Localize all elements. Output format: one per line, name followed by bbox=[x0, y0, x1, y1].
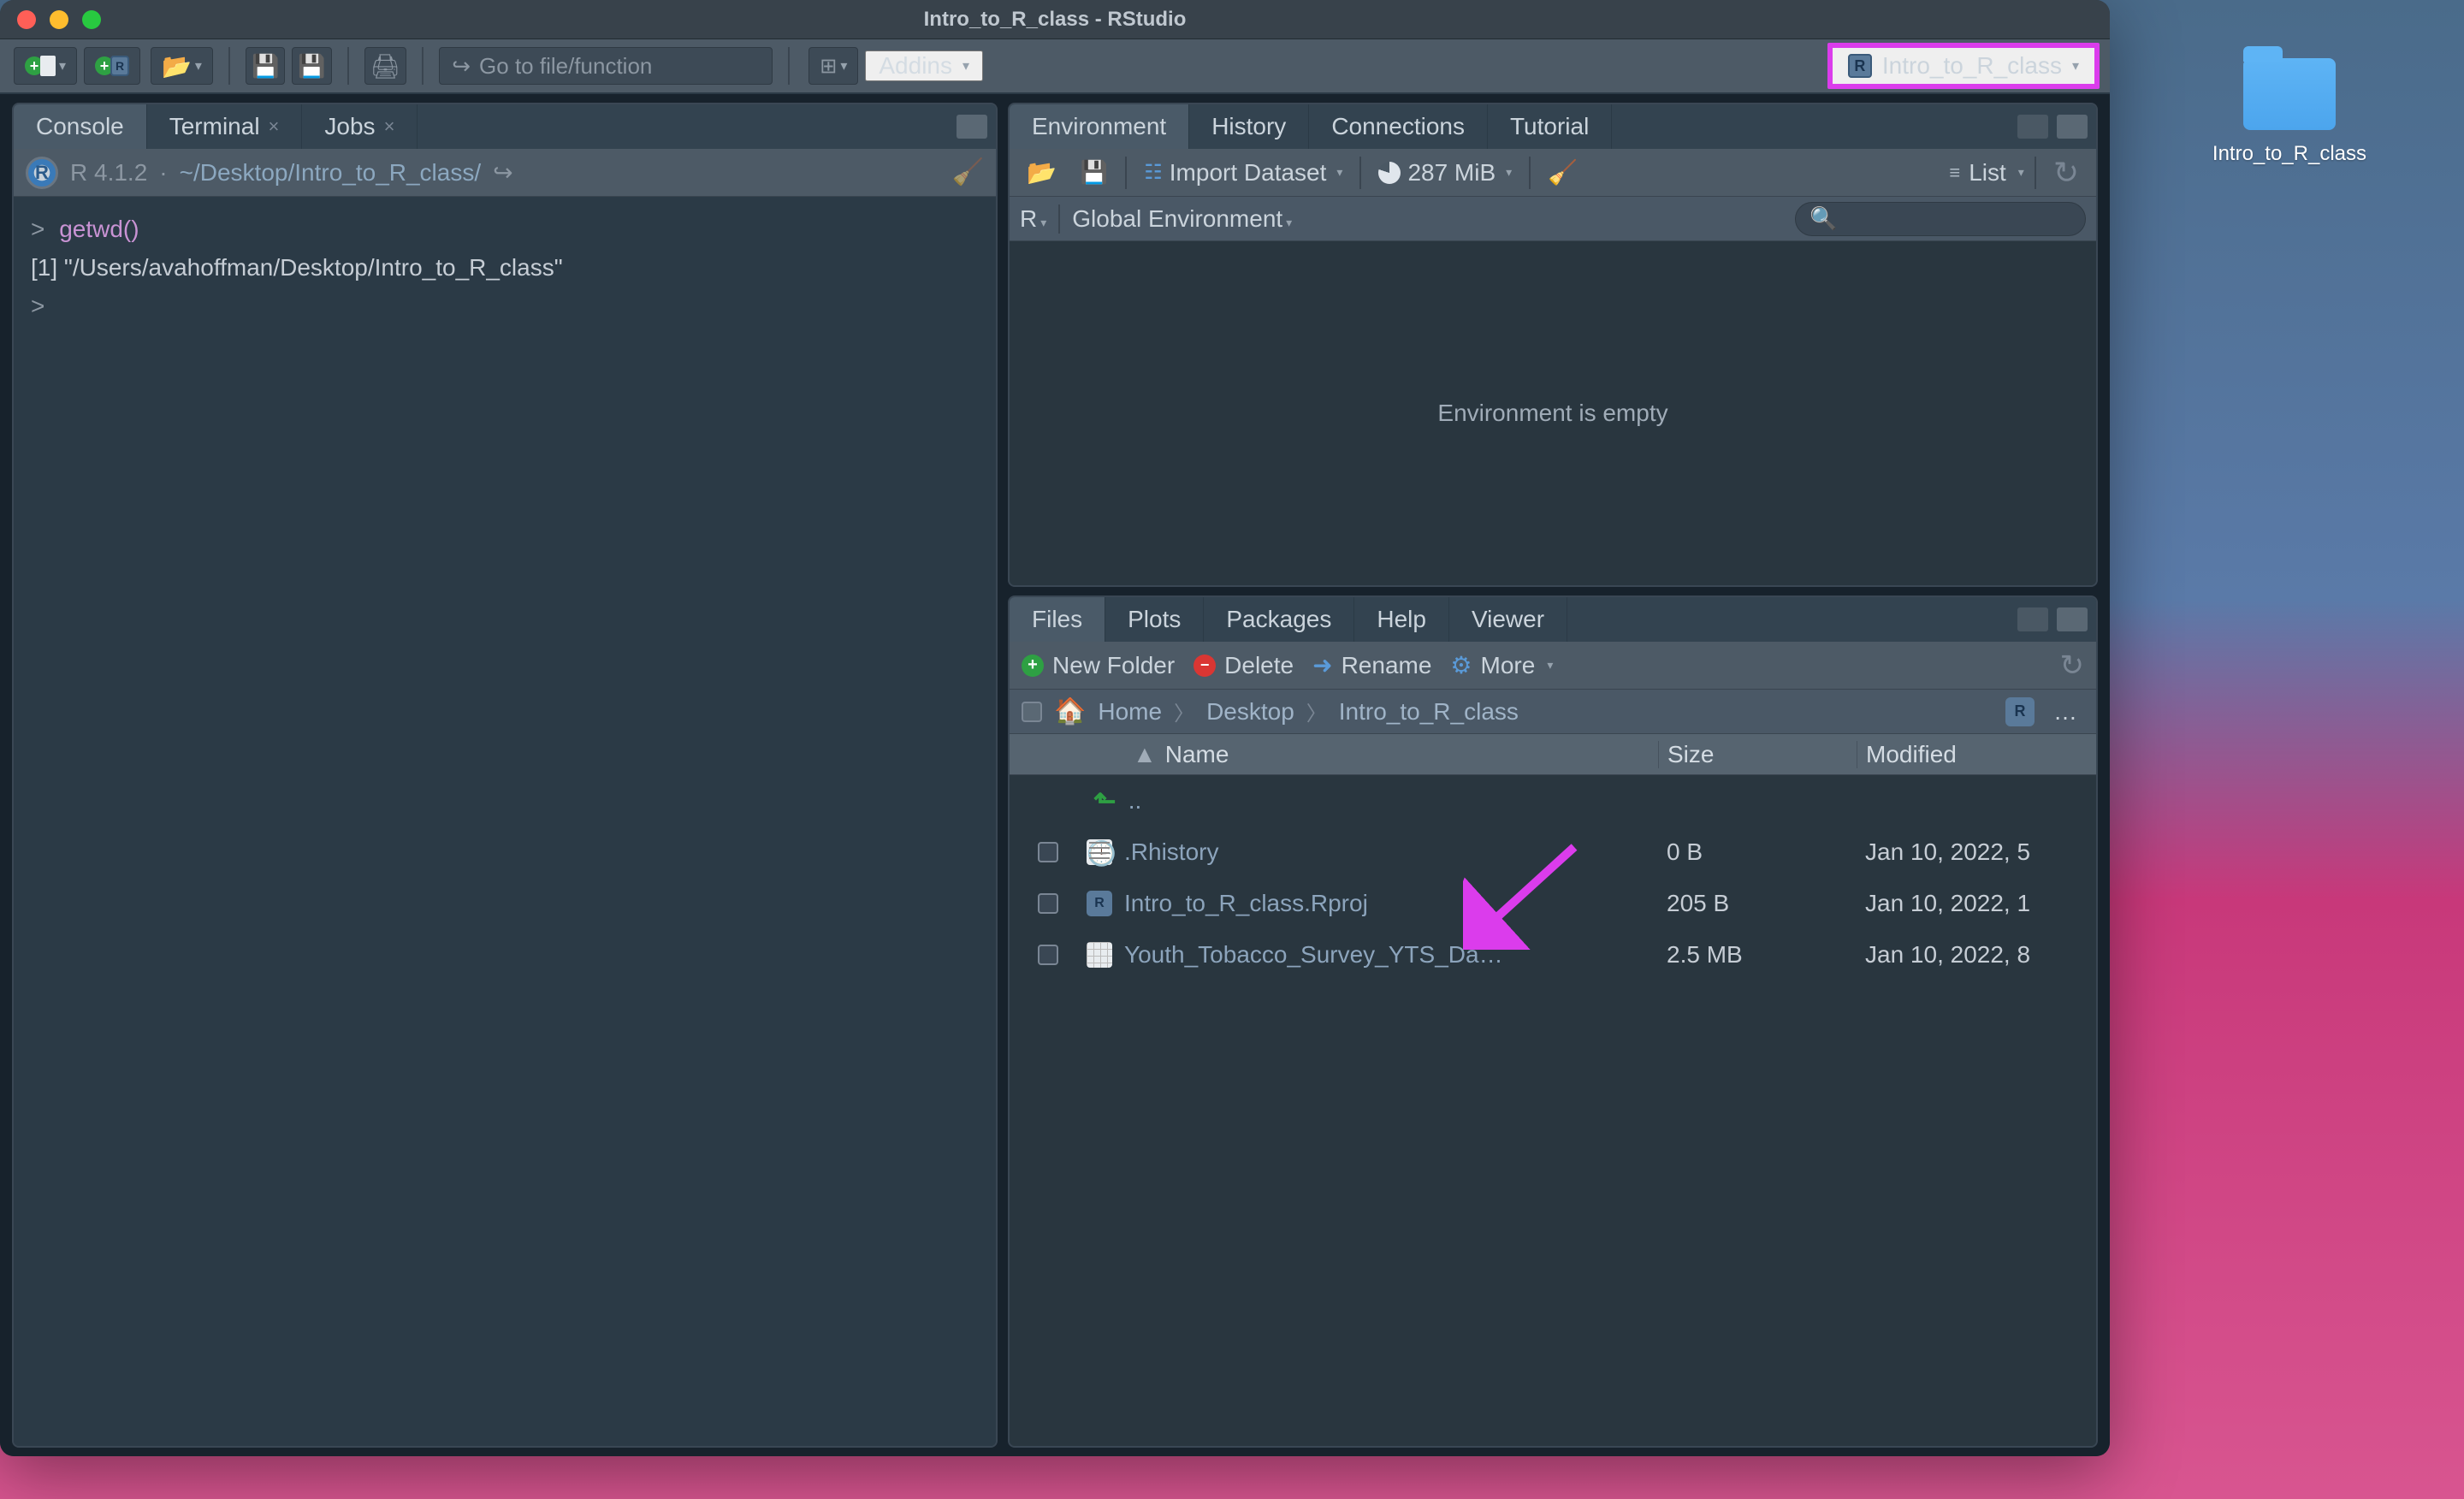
memory-usage-button[interactable]: 287 MiB▾ bbox=[1371, 156, 1519, 190]
divider bbox=[422, 47, 424, 85]
titlebar: Intro_to_R_class - RStudio bbox=[0, 0, 2110, 39]
tab-console[interactable]: Console bbox=[14, 104, 147, 149]
env-scope-button[interactable]: Global Environment▾ bbox=[1072, 205, 1292, 233]
breadcrumb: 🏠 Home 〉 Desktop 〉 Intro_to_R_class R … bbox=[1010, 690, 2096, 734]
load-workspace-button[interactable]: 📂 bbox=[1020, 156, 1063, 190]
pie-icon bbox=[1378, 162, 1401, 184]
save-all-button[interactable]: 💾 bbox=[292, 47, 331, 85]
column-size[interactable]: Size bbox=[1658, 741, 1857, 768]
column-modified[interactable]: Modified bbox=[1857, 741, 2096, 768]
console-path-link[interactable]: ~/Desktop/Intro_to_R_class/ bbox=[180, 159, 482, 187]
env-view-button[interactable]: ≡List▾ bbox=[1949, 159, 2023, 187]
breadcrumb-desktop[interactable]: Desktop bbox=[1206, 698, 1294, 726]
divider bbox=[788, 47, 790, 85]
r-logo-icon: R bbox=[26, 157, 58, 189]
file-row[interactable]: Youth_Tobacco_Survey_YTS_Da… 2.5 MB Jan … bbox=[1010, 929, 2096, 981]
popout-icon[interactable] bbox=[957, 115, 987, 139]
tab-environment[interactable]: Environment bbox=[1010, 104, 1189, 149]
console-pane: Console Terminal× Jobs× R R 4.1.2 · ~/De… bbox=[12, 103, 998, 1448]
goto-input[interactable]: ↪Go to file/function bbox=[439, 47, 773, 85]
tab-history[interactable]: History bbox=[1189, 104, 1309, 149]
clear-env-button[interactable]: 🧹 bbox=[1541, 156, 1584, 190]
r-project-icon[interactable]: R bbox=[2005, 697, 2035, 726]
desktop-folder[interactable]: Intro_to_R_class bbox=[2212, 58, 2366, 166]
share-icon[interactable]: ↪ bbox=[493, 158, 512, 187]
close-icon[interactable]: × bbox=[269, 116, 280, 138]
environment-pane: Environment History Connections Tutorial… bbox=[1008, 103, 2098, 587]
maximize-pane-icon[interactable] bbox=[2057, 607, 2088, 631]
save-workspace-button[interactable]: 💾 bbox=[1074, 156, 1115, 190]
close-icon[interactable] bbox=[17, 10, 36, 29]
file-checkbox[interactable] bbox=[1038, 945, 1058, 965]
file-row-up[interactable]: ⬑.. bbox=[1010, 775, 2096, 827]
env-search-input[interactable]: 🔍 bbox=[1795, 202, 2086, 236]
r-version-label: R 4.1.2 bbox=[70, 159, 147, 187]
pane-layout-button[interactable]: ⊞ bbox=[808, 47, 858, 85]
window-title: Intro_to_R_class - RStudio bbox=[924, 8, 1187, 32]
history-file-icon: 🕒 bbox=[1087, 839, 1112, 865]
file-checkbox[interactable] bbox=[1038, 893, 1058, 914]
minimize-pane-icon[interactable] bbox=[2017, 607, 2048, 631]
tab-jobs[interactable]: Jobs× bbox=[302, 104, 418, 149]
tab-packages[interactable]: Packages bbox=[1204, 597, 1354, 642]
tab-viewer[interactable]: Viewer bbox=[1449, 597, 1567, 642]
file-row[interactable]: 🕒.Rhistory 0 B Jan 10, 2022, 5 bbox=[1010, 827, 2096, 878]
folder-icon bbox=[2243, 58, 2336, 130]
import-dataset-button[interactable]: ☷Import Dataset▾ bbox=[1137, 156, 1349, 190]
tab-connections[interactable]: Connections bbox=[1309, 104, 1488, 149]
maximize-pane-icon[interactable] bbox=[2057, 115, 2088, 139]
more-options-icon[interactable]: … bbox=[2046, 698, 2084, 726]
breadcrumb-project[interactable]: Intro_to_R_class bbox=[1339, 698, 1519, 726]
chevron-right-icon: 〉 bbox=[1174, 696, 1194, 726]
divider bbox=[228, 47, 230, 85]
main-toolbar: + +R 📂 💾 💾 🖨 ↪Go to file/function ⊞ Addi… bbox=[0, 39, 2110, 94]
file-checkbox[interactable] bbox=[1038, 842, 1058, 862]
new-project-button[interactable]: +R bbox=[84, 47, 140, 85]
chevron-right-icon: 〉 bbox=[1306, 696, 1327, 726]
rstudio-window: Intro_to_R_class - RStudio + +R 📂 💾 💾 🖨 … bbox=[0, 0, 2110, 1456]
project-dropdown[interactable]: R Intro_to_R_class bbox=[1827, 43, 2100, 89]
refresh-files-button[interactable]: ↻ bbox=[2060, 649, 2085, 683]
column-name[interactable]: ▲Name bbox=[1087, 741, 1658, 768]
tab-files[interactable]: Files bbox=[1010, 597, 1105, 642]
file-list-header: ▲Name Size Modified bbox=[1010, 734, 2096, 775]
delete-button[interactable]: −Delete bbox=[1194, 652, 1294, 679]
file-row[interactable]: RIntro_to_R_class.Rproj 205 B Jan 10, 20… bbox=[1010, 878, 2096, 929]
tab-plots[interactable]: Plots bbox=[1105, 597, 1204, 642]
tab-help[interactable]: Help bbox=[1354, 597, 1449, 642]
close-icon[interactable]: × bbox=[384, 116, 395, 138]
rename-button[interactable]: ➜Rename bbox=[1312, 651, 1431, 679]
divider bbox=[347, 47, 349, 85]
env-lang-button[interactable]: R▾ bbox=[1020, 205, 1046, 233]
minimize-icon[interactable] bbox=[50, 10, 68, 29]
breadcrumb-home[interactable]: Home bbox=[1098, 698, 1162, 726]
save-button[interactable]: 💾 bbox=[246, 47, 285, 85]
data-file-icon bbox=[1087, 942, 1112, 968]
addins-button[interactable]: Addins bbox=[865, 50, 983, 81]
clear-console-icon[interactable]: 🧹 bbox=[952, 157, 984, 187]
env-empty-message: Environment is empty bbox=[1010, 241, 2096, 585]
minimize-pane-icon[interactable] bbox=[2017, 115, 2048, 139]
desktop-folder-label: Intro_to_R_class bbox=[2212, 142, 2366, 166]
home-icon[interactable]: 🏠 bbox=[1054, 696, 1086, 726]
new-folder-button[interactable]: +New Folder bbox=[1022, 652, 1175, 679]
print-button[interactable]: 🖨 bbox=[364, 47, 407, 85]
share-icon: ↪ bbox=[452, 53, 471, 80]
r-project-icon: R bbox=[1848, 54, 1872, 78]
open-file-button[interactable]: 📂 bbox=[151, 47, 213, 85]
maximize-icon[interactable] bbox=[82, 10, 101, 29]
select-all-checkbox[interactable] bbox=[1022, 702, 1042, 722]
refresh-env-button[interactable]: ↻ bbox=[2046, 156, 2086, 190]
tab-tutorial[interactable]: Tutorial bbox=[1488, 104, 1612, 149]
files-pane: Files Plots Packages Help Viewer +New Fo… bbox=[1008, 595, 2098, 1448]
new-file-button[interactable]: + bbox=[14, 47, 77, 85]
up-arrow-icon: ⬑ bbox=[1093, 785, 1116, 817]
tab-terminal[interactable]: Terminal× bbox=[147, 104, 303, 149]
more-button[interactable]: ⚙More▾ bbox=[1450, 651, 1553, 679]
console-subbar: R R 4.1.2 · ~/Desktop/Intro_to_R_class/ … bbox=[14, 149, 996, 197]
console-output[interactable]: > getwd() [1] "/Users/avahoffman/Desktop… bbox=[14, 197, 996, 1446]
rproj-file-icon: R bbox=[1087, 891, 1112, 916]
